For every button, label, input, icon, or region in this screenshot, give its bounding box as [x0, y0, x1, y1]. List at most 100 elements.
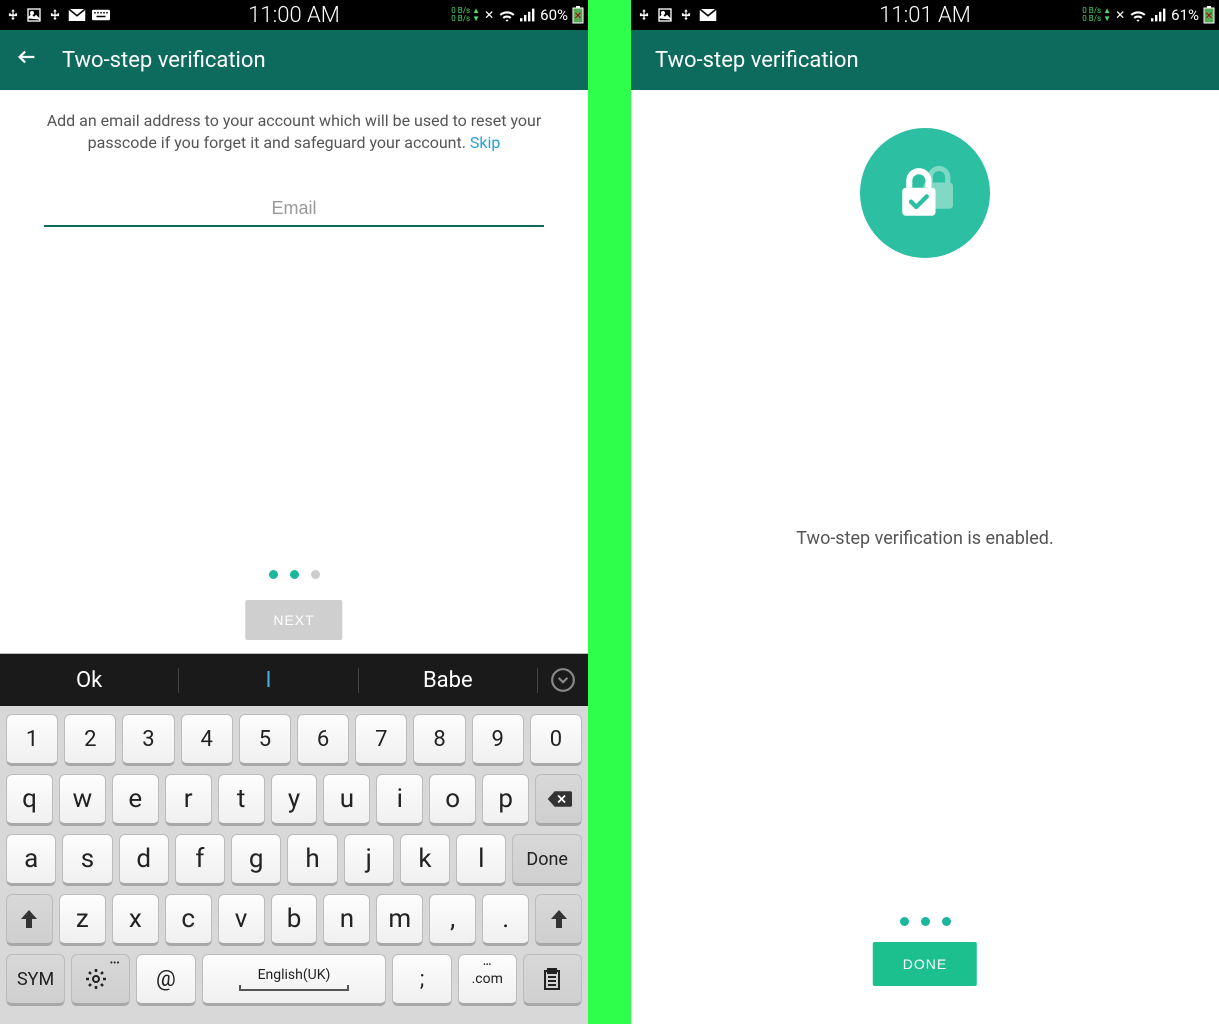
image-icon	[657, 7, 673, 23]
app-title-r: Two-step verification	[655, 48, 859, 73]
key-1[interactable]: 1	[6, 714, 58, 766]
shift-key[interactable]	[6, 894, 53, 946]
vibrate-icon: ✕	[1115, 8, 1125, 22]
key-r[interactable]: r	[165, 774, 212, 826]
key-u[interactable]: u	[323, 774, 370, 826]
usb-icon-2	[48, 6, 62, 24]
key-e[interactable]: e	[112, 774, 159, 826]
signal-icon	[520, 8, 536, 22]
key-9[interactable]: 9	[472, 714, 524, 766]
usb-icon	[6, 6, 20, 24]
back-icon[interactable]	[16, 46, 38, 74]
phone-right: 11:01 AM 0 B/s ▲ 0 B/s ▼ ✕ 61% ✕ Two-ste…	[631, 0, 1219, 1024]
key-x[interactable]: x	[112, 894, 159, 946]
key-m[interactable]: m	[376, 894, 423, 946]
wifi-icon	[1129, 8, 1147, 22]
key-.com[interactable]: .com•••	[458, 954, 517, 1006]
backspace-key[interactable]	[535, 774, 582, 826]
keyboard: Ok I Babe 1234567890 qwertyuiop asdfghjk…	[0, 653, 588, 1024]
key-3[interactable]: 3	[122, 714, 174, 766]
key-5[interactable]: 5	[239, 714, 291, 766]
next-button[interactable]: NEXT	[245, 600, 342, 640]
key-w[interactable]: w	[59, 774, 106, 826]
key-p[interactable]: p	[482, 774, 529, 826]
app-title: Two-step verification	[62, 48, 266, 73]
key-y[interactable]: y	[271, 774, 318, 826]
usb-icon-2	[679, 6, 693, 24]
key-0[interactable]: 0	[530, 714, 582, 766]
phone-left: 11:00 AM 0 B/s ▲ 0 B/s ▼ ✕ 60% ✕ Two-ste…	[0, 0, 588, 1024]
key-,[interactable]: ,	[429, 894, 476, 946]
dot-3	[311, 570, 320, 579]
suggestion-1[interactable]: Ok	[0, 668, 179, 693]
content-area: Add an email address to your account whi…	[0, 90, 588, 653]
success-icon	[860, 128, 990, 258]
status-right-icons: 0 B/s ▲ 0 B/s ▼ ✕ 60% ✕	[451, 6, 588, 24]
key-@[interactable]: @	[136, 954, 195, 1006]
keyboard-notif-icon	[92, 9, 110, 21]
key-z[interactable]: z	[59, 894, 106, 946]
key-c[interactable]: c	[165, 894, 212, 946]
status-left-icons	[0, 6, 110, 24]
key-t[interactable]: t	[218, 774, 265, 826]
key-2[interactable]: 2	[64, 714, 116, 766]
key-k[interactable]: k	[400, 834, 450, 886]
key-s[interactable]: s	[62, 834, 112, 886]
shift-key[interactable]	[535, 894, 582, 946]
key-q[interactable]: q	[6, 774, 53, 826]
key-a[interactable]: a	[6, 834, 56, 886]
key-Done[interactable]: Done	[512, 834, 582, 886]
skip-link[interactable]: Skip	[470, 133, 500, 152]
suggestion-2[interactable]: I	[179, 668, 358, 693]
enabled-text: Two-step verification is enabled.	[631, 528, 1219, 549]
keyboard-rows: 1234567890 qwertyuiop asdfghjklDone zxcv…	[0, 706, 588, 1024]
battery-icon: ✕	[1203, 6, 1215, 24]
svg-text:✕: ✕	[1205, 11, 1213, 22]
settings-key[interactable]: •••	[71, 954, 130, 1006]
key-b[interactable]: b	[271, 894, 318, 946]
dot-2	[921, 917, 930, 926]
svg-text:✕: ✕	[574, 11, 582, 22]
key-;[interactable]: ;	[392, 954, 451, 1006]
status-right-icons-r: 0 B/s ▲ 0 B/s ▼ ✕ 61% ✕	[1082, 6, 1219, 24]
clipboard-key[interactable]	[523, 954, 582, 1006]
key-4[interactable]: 4	[181, 714, 233, 766]
key-.[interactable]: .	[482, 894, 529, 946]
usb-icon	[637, 6, 651, 24]
key-f[interactable]: f	[175, 834, 225, 886]
instruction-text: Add an email address to your account whi…	[0, 90, 588, 154]
battery-icon: ✕	[572, 6, 584, 24]
done-button[interactable]: DONE	[873, 942, 977, 986]
key-v[interactable]: v	[218, 894, 265, 946]
key-g[interactable]: g	[231, 834, 281, 886]
key-l[interactable]: l	[456, 834, 506, 886]
data-rate: 0 B/s ▲ 0 B/s ▼	[451, 7, 480, 23]
mail-icon	[68, 8, 86, 22]
key-8[interactable]: 8	[413, 714, 465, 766]
key-7[interactable]: 7	[355, 714, 407, 766]
app-bar: Two-step verification	[0, 30, 588, 90]
key-o[interactable]: o	[429, 774, 476, 826]
content-area-r: Two-step verification is enabled. DONE	[631, 90, 1219, 1024]
battery-percent: 60%	[540, 6, 568, 24]
suggestion-3[interactable]: Babe	[359, 668, 538, 693]
status-time-r: 11:01 AM	[879, 3, 971, 28]
key-SYM[interactable]: SYM	[6, 954, 65, 1006]
suggestion-collapse[interactable]	[538, 667, 588, 693]
key-i[interactable]: i	[376, 774, 423, 826]
mail-icon	[699, 8, 717, 22]
battery-percent-r: 61%	[1171, 6, 1199, 24]
email-field[interactable]	[44, 192, 544, 227]
key-h[interactable]: h	[287, 834, 337, 886]
app-bar-r: Two-step verification	[631, 30, 1219, 90]
key-d[interactable]: d	[119, 834, 169, 886]
dot-2	[290, 570, 299, 579]
space-key[interactable]: English(UK)	[202, 954, 387, 1006]
key-n[interactable]: n	[323, 894, 370, 946]
image-icon	[26, 7, 42, 23]
dot-1	[269, 570, 278, 579]
dot-3	[942, 917, 951, 926]
status-bar-r: 11:01 AM 0 B/s ▲ 0 B/s ▼ ✕ 61% ✕	[631, 0, 1219, 30]
key-j[interactable]: j	[344, 834, 394, 886]
key-6[interactable]: 6	[297, 714, 349, 766]
